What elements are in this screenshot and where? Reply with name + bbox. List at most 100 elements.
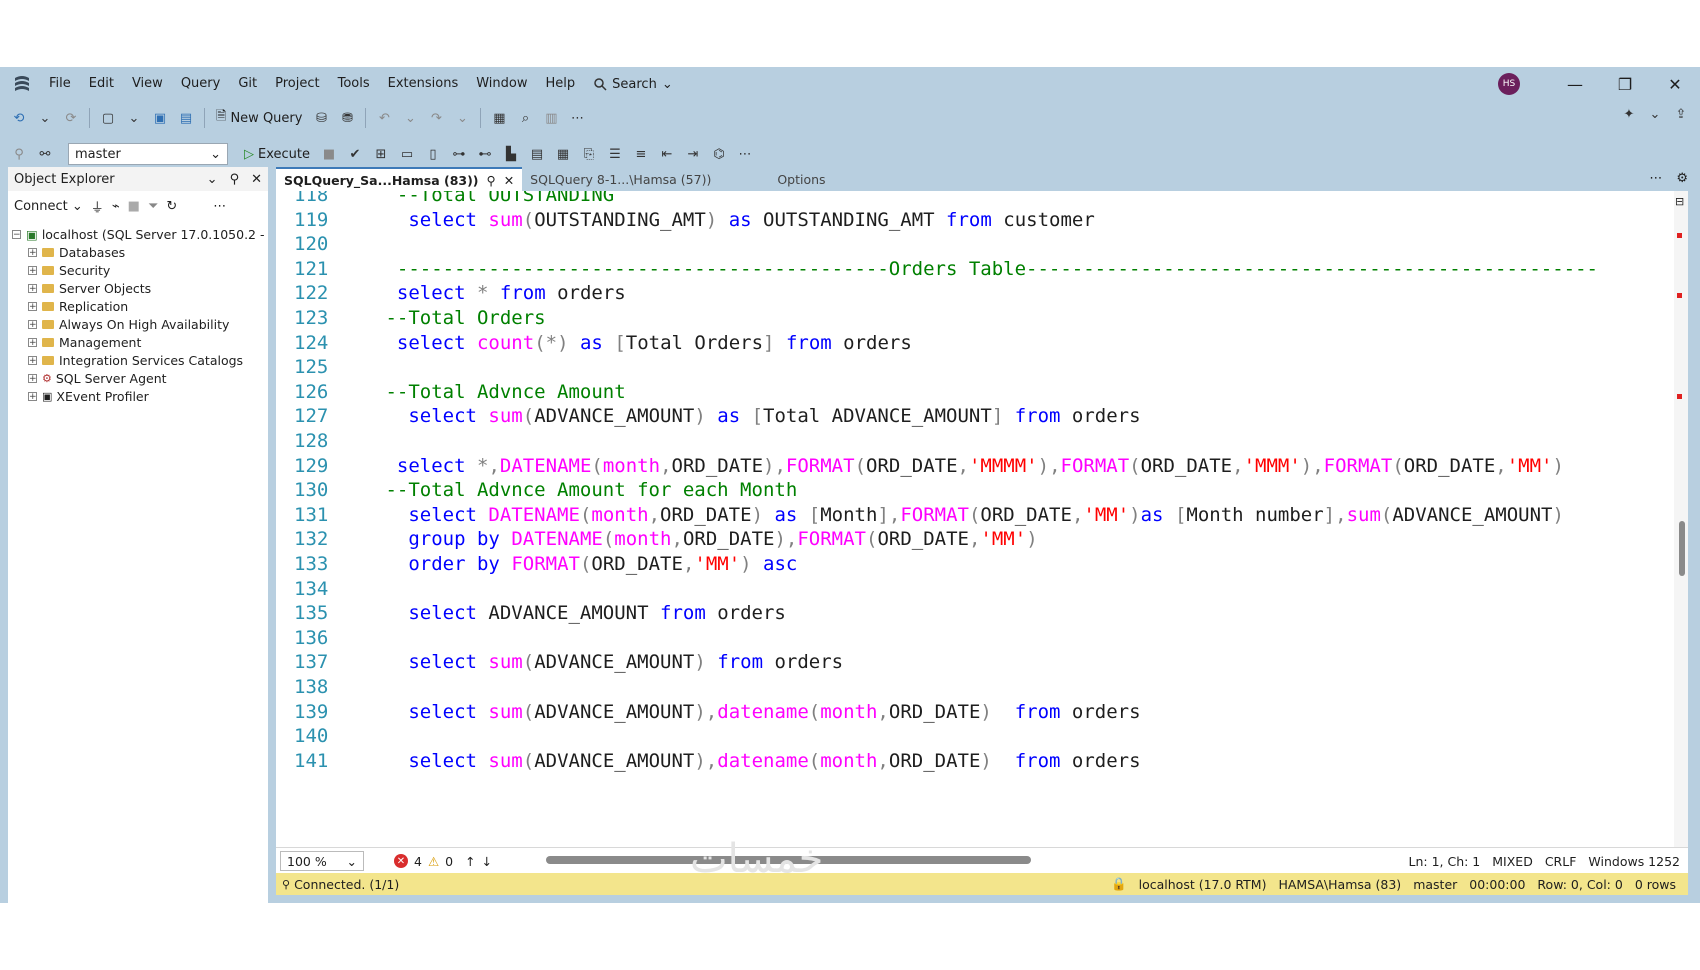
code-text[interactable]: --Total OUTSTANDING	[374, 191, 614, 208]
tree-node-xevent-profiler[interactable]: + ▣ XEvent Profiler	[8, 387, 268, 405]
code-text[interactable]: --Total Advnce Amount for each Month	[374, 478, 797, 503]
activity-monitor-icon[interactable]: ▦	[488, 107, 510, 129]
new-query-button[interactable]: 🗎 New Query	[212, 107, 306, 129]
specify-values-icon[interactable]: ⌬	[708, 143, 730, 165]
save-icon[interactable]: ▣	[149, 107, 171, 129]
close-window-icon[interactable]: ✕	[1650, 75, 1700, 94]
expand-icon[interactable]: +	[28, 319, 37, 329]
parse-check-icon[interactable]: ✔	[344, 143, 366, 165]
properties-icon[interactable]: ▥	[540, 107, 562, 129]
tab-sqlquery-83[interactable]: SQLQuery_Sa...Hamsa (83)) ⚲ ✕	[276, 167, 523, 191]
more-options-icon[interactable]: ⋯	[213, 199, 226, 214]
expand-icon[interactable]: +	[28, 391, 37, 401]
comment-icon[interactable]: ☰	[604, 143, 626, 165]
expand-icon[interactable]: +	[28, 247, 37, 257]
code-text[interactable]: select sum(ADVANCE_AMOUNT) from orders	[374, 650, 843, 675]
new-project-icon[interactable]: ▢	[97, 107, 119, 129]
vertical-scrollbar[interactable]: ⊟	[1674, 191, 1688, 847]
code-text[interactable]: select *,DATENAME(month,ORD_DATE),FORMAT…	[374, 454, 1564, 479]
menu-file[interactable]: File	[40, 67, 80, 101]
pin-icon[interactable]: ⚲	[487, 173, 496, 188]
query-designer-icon[interactable]: ▭	[396, 143, 418, 165]
sql-editor[interactable]: 118 --Total OUTSTANDING 119 select sum(OU…	[276, 191, 1688, 847]
back-icon[interactable]: ⟲	[8, 107, 30, 129]
tree-node-server-objects[interactable]: + Server Objects	[8, 279, 268, 297]
tab-sqlquery-57[interactable]: SQLQuery 8-1...\Hamsa (57))	[522, 167, 719, 191]
expand-icon[interactable]: +	[28, 373, 37, 383]
close-icon[interactable]: ✕	[251, 172, 262, 187]
expand-icon[interactable]: +	[28, 301, 37, 311]
code-text[interactable]: select sum(ADVANCE_AMOUNT),datename(mont…	[374, 749, 1140, 774]
uncomment-icon[interactable]: ≡	[630, 143, 652, 165]
menu-help[interactable]: Help	[537, 67, 585, 101]
tree-node-management[interactable]: + Management	[8, 333, 268, 351]
tree-node-sql-agent[interactable]: + ⚙ SQL Server Agent	[8, 369, 268, 387]
expand-icon[interactable]: +	[28, 355, 37, 365]
tree-server-node[interactable]: − ▣ localhost (SQL Server 17.0.1050.2 - …	[8, 225, 268, 243]
zoom-select[interactable]: 100 % ⌄	[280, 851, 364, 871]
arrow-down-icon[interactable]: ↓	[482, 854, 492, 869]
results-file-icon[interactable]: ⎘	[578, 143, 600, 165]
tree-node-security[interactable]: + Security	[8, 261, 268, 279]
split-icon[interactable]: ⊟	[1675, 195, 1684, 208]
gear-icon[interactable]: ⚙	[1676, 171, 1688, 186]
code-text[interactable]: select * from orders	[374, 281, 626, 306]
results-text-icon[interactable]: ▤	[526, 143, 548, 165]
intellisense-icon[interactable]: ▯	[422, 143, 444, 165]
vertical-scroll-thumb[interactable]	[1679, 521, 1685, 576]
tree-node-integration-services[interactable]: + Integration Services Catalogs	[8, 351, 268, 369]
code-text[interactable]: select sum(ADVANCE_AMOUNT),datename(mont…	[374, 700, 1140, 725]
avatar[interactable]: HS	[1498, 73, 1520, 95]
find-in-files-icon[interactable]: ⌕	[514, 107, 536, 129]
redo-icon[interactable]: ↷	[425, 107, 447, 129]
arrow-up-icon[interactable]: ↑	[465, 854, 475, 869]
forward-icon[interactable]: ⟳	[60, 107, 82, 129]
code-text[interactable]: select sum(ADVANCE_AMOUNT) as [Total ADV…	[374, 404, 1140, 429]
code-text[interactable]: --Total Advnce Amount	[374, 380, 625, 405]
menu-extensions[interactable]: Extensions	[379, 67, 468, 101]
expand-icon[interactable]: +	[28, 283, 37, 293]
execute-button[interactable]: ▷ Execute	[240, 147, 314, 162]
stop-icon[interactable]: ■	[318, 143, 340, 165]
menu-git[interactable]: Git	[229, 67, 266, 101]
code-text[interactable]: select ADVANCE_AMOUNT from orders	[374, 601, 786, 626]
more-options-icon[interactable]: ⋯	[566, 107, 588, 129]
menu-view[interactable]: View	[123, 67, 172, 101]
code-text[interactable]: order by FORMAT(ORD_DATE,'MM') asc	[374, 552, 797, 577]
code-text[interactable]: select DATENAME(month,ORD_DATE) as [Mont…	[374, 503, 1564, 528]
expand-icon[interactable]: +	[28, 337, 37, 347]
chevron-down-icon[interactable]: ⌄	[451, 107, 473, 129]
code-text[interactable]: --Total Orders	[374, 306, 545, 331]
connect-button[interactable]: Connect ⌄	[14, 199, 83, 214]
close-icon[interactable]: ✕	[504, 173, 514, 188]
stop-icon[interactable]: ■	[128, 199, 140, 214]
connect-plug-icon[interactable]: ⏚	[91, 197, 104, 216]
tree-node-replication[interactable]: + Replication	[8, 297, 268, 315]
chevron-down-icon[interactable]: ⌄	[123, 107, 145, 129]
pin-icon[interactable]: ⚲	[230, 172, 240, 187]
include-plan-icon[interactable]: ⊶	[448, 143, 470, 165]
analysis-query-icon[interactable]: ⛃	[336, 107, 358, 129]
menu-edit[interactable]: Edit	[80, 67, 123, 101]
undo-icon[interactable]: ↶	[373, 107, 395, 129]
menu-window[interactable]: Window	[467, 67, 536, 101]
client-stats-icon[interactable]: ▙	[500, 143, 522, 165]
code-text[interactable]: group by DATENAME(month,ORD_DATE),FORMAT…	[374, 527, 1037, 552]
increase-indent-icon[interactable]: ⇥	[682, 143, 704, 165]
code-text[interactable]: ----------------------------------------…	[374, 257, 1598, 282]
change-connection-icon[interactable]: ⚯	[34, 143, 56, 165]
menu-query[interactable]: Query	[172, 67, 230, 101]
database-select[interactable]: master ⌄	[68, 143, 228, 165]
copilot-icon[interactable]: ✦	[1618, 103, 1640, 125]
filter-icon[interactable]: ⏷	[148, 199, 158, 214]
code-text[interactable]: select count(*) as [Total Orders] from o…	[374, 331, 912, 356]
search-menu[interactable]: Search ⌄	[584, 77, 683, 92]
diagnostics[interactable]: ✕ 4 ⚠ 0 ↑ ↓	[394, 854, 492, 869]
database-query-icon[interactable]: ⛁	[310, 107, 332, 129]
code-text[interactable]: select sum(OUTSTANDING_AMT) as OUTSTANDI…	[374, 208, 1094, 233]
save-all-icon[interactable]: ▤	[175, 107, 197, 129]
tree-node-databases[interactable]: + Databases	[8, 243, 268, 261]
restore-icon[interactable]: ❐	[1600, 75, 1650, 94]
estimated-plan-icon[interactable]: ⊞	[370, 143, 392, 165]
chevron-down-icon[interactable]: ⌄	[34, 107, 56, 129]
